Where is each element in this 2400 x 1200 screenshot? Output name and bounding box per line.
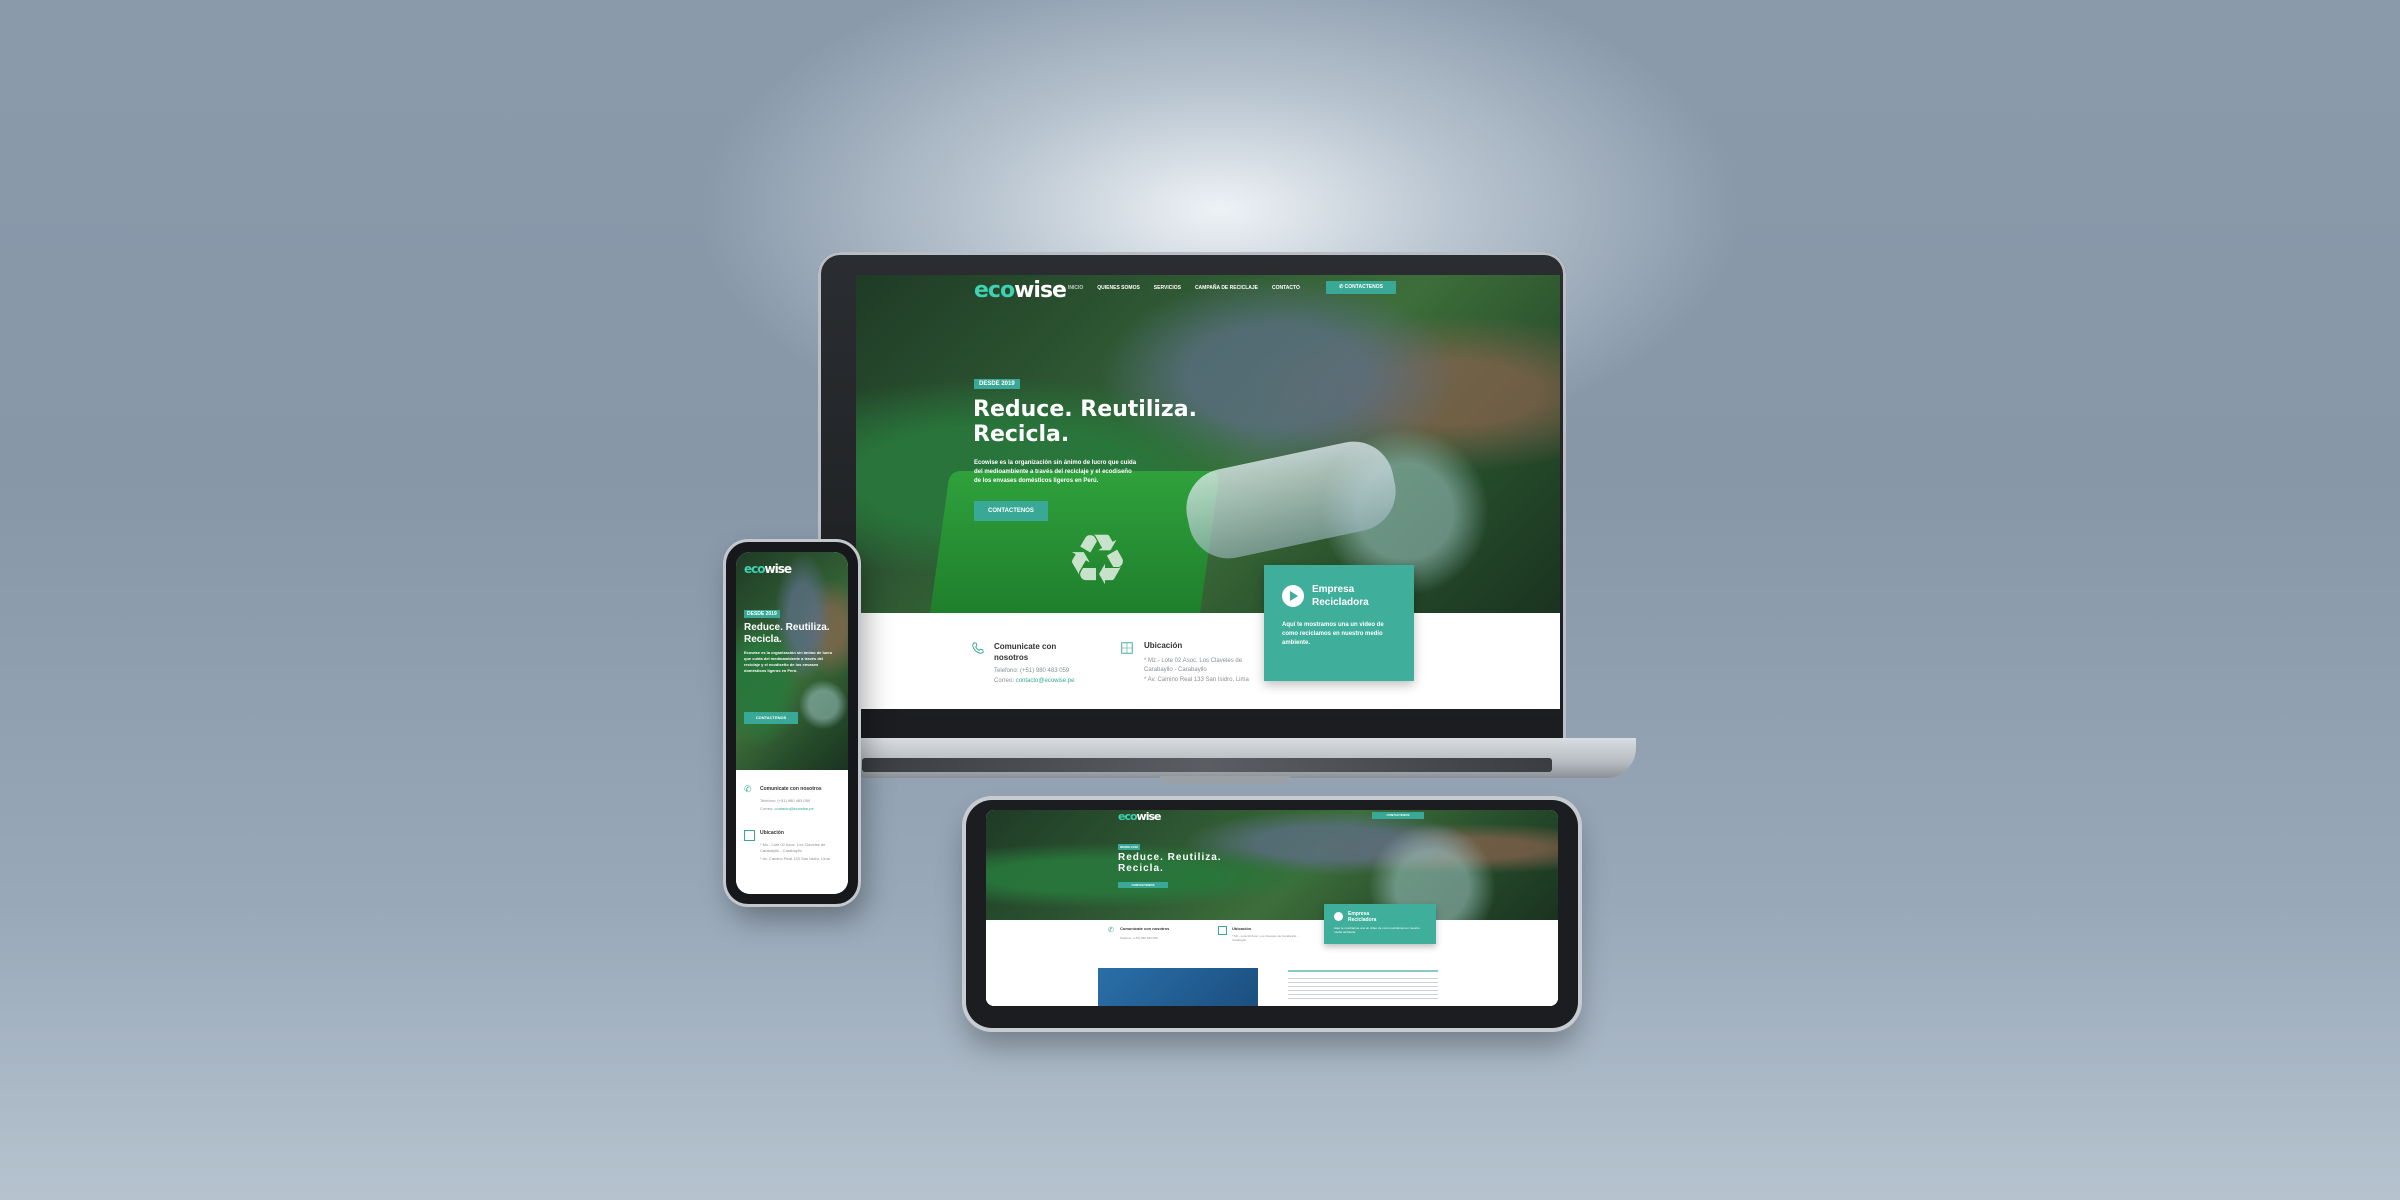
phone-phone-icon: ✆	[744, 784, 752, 794]
contact-email-link[interactable]: contacto@ecowise.pe	[1016, 678, 1075, 684]
phone-logo[interactable]: ecowise	[744, 562, 792, 576]
contact-email-row: Correo: contacto@ecowise.pe	[994, 678, 1075, 684]
tablet-screen: ecowise CONTACTENOS DESDE 2019 Reduce. R…	[986, 810, 1558, 1006]
phone-icon	[972, 642, 984, 654]
nav-item-servicios[interactable]: SERVICIOS	[1154, 285, 1181, 291]
phone-hero-title: Reduce. Reutiliza. Recicla.	[744, 622, 830, 645]
phone-hero-description: Ecowise es la organización sin ánimo de …	[744, 650, 833, 673]
laptop-keyboard	[862, 758, 1552, 772]
tablet-map-icon	[1218, 926, 1227, 935]
tablet-hero-title: Reduce. Reutiliza. Recicla.	[1118, 852, 1222, 874]
phone-contact-title: Comunicate con nosotros	[760, 786, 822, 792]
phone-contact-phone: Telefono: (+51) 980 483 059	[760, 798, 811, 803]
tablet-location-line1: * Mz.- Lote 02 Asoc. Los Claveles de Car…	[1232, 934, 1299, 942]
tablet-video-card[interactable]: Empresa Recicladora Aquí te mostramos una…	[1324, 904, 1436, 944]
location-title: Ubicación	[1144, 641, 1183, 650]
tablet-header-button[interactable]: CONTACTENOS	[1372, 812, 1424, 819]
tablet-paragraph-lines	[1288, 978, 1438, 1000]
play-button[interactable]	[1282, 585, 1304, 607]
nav-item-campana[interactable]: CAMPAÑA DE RECICLAJE	[1195, 285, 1258, 291]
nav-item-contacto[interactable]: CONTACTO	[1272, 285, 1300, 291]
tablet-video-card-description: Aquí te mostramos una un video de como r…	[1334, 926, 1420, 934]
tablet-logo[interactable]: ecowise	[1118, 810, 1161, 823]
tablet-location-title: Ubicación	[1232, 926, 1252, 931]
phone-info: ✆ Comunicate con nosotros Telefono: (+51…	[736, 770, 848, 894]
phone-contact-email: Correo: contacto@ecowise.pe	[760, 806, 814, 811]
tablet-contact-phone: Telefono: (+51) 980 483 059	[1120, 936, 1158, 940]
location-line2: * Av. Camino Real 133 San Isidro, Lima	[1144, 677, 1249, 683]
nav-item-inicio[interactable]: INICIO	[1068, 285, 1083, 291]
phone-location-line2: * Av. Camino Real 133 San Isidro, Lima	[760, 856, 830, 861]
info-strip: Comunicate con nosotros Telefono: (+51) …	[856, 613, 1560, 709]
tablet-video-card-title: Empresa Recicladora	[1348, 911, 1377, 923]
tablet-section-divider	[1288, 970, 1438, 972]
phone-hero: ecowise DESDE 2019 Reduce. Reutiliza. Rec…	[736, 552, 848, 770]
phone-location-title: Ubicación	[760, 830, 784, 836]
tablet-content-image	[1098, 968, 1258, 1006]
phone-screen: ecowise DESDE 2019 Reduce. Reutiliza. Rec…	[736, 552, 848, 894]
header-contact-button[interactable]: ✆ CONTACTENOS	[1326, 281, 1396, 294]
tablet-hero-tag: DESDE 2019	[1118, 844, 1140, 850]
plastic-bottle-image	[1178, 434, 1404, 566]
phone-location-line1: * Mz.- Lote 02 Asoc. Los Claveles de Car…	[760, 842, 826, 853]
hero-tag: DESDE 2019	[974, 379, 1020, 389]
hero-section: ♻ ecowise INICIO QUIENES SOMOS SERVICIOS…	[856, 275, 1560, 613]
site-logo[interactable]: ecowise	[974, 278, 1067, 303]
laptop-notch	[1160, 776, 1290, 784]
laptop-screen: ♻ ecowise INICIO QUIENES SOMOS SERVICIOS…	[856, 275, 1560, 709]
hero-title-line2: Recicla.	[973, 422, 1070, 447]
tablet-content: ✆ Comunicate con nosotros Telefono: (+51…	[986, 920, 1558, 1006]
play-icon	[1290, 591, 1298, 601]
recycle-icon: ♻	[1066, 521, 1129, 599]
hero-title: Reduce. Reutiliza. Recicla.	[973, 397, 1197, 447]
video-card-description: Aquí te mostramos una un video de como r…	[1282, 622, 1384, 646]
tablet-contact-title: Comunicate con nosotros	[1120, 926, 1170, 931]
tablet-hero: ecowise CONTACTENOS DESDE 2019 Reduce. R…	[986, 810, 1558, 920]
phone-hero-tag: DESDE 2019	[744, 610, 780, 618]
main-nav: INICIO QUIENES SOMOS SERVICIOS CAMPAÑA D…	[1068, 285, 1300, 291]
map-icon	[1121, 642, 1133, 654]
location-line1: * Mz.- Lote 02 Asoc. Los Claveles de Car…	[1144, 658, 1243, 673]
nav-item-quienes-somos[interactable]: QUIENES SOMOS	[1097, 285, 1140, 291]
contact-title: Comunicate con nosotros	[994, 642, 1057, 662]
hero-description: Ecowise es la organización sin ánimo de …	[974, 460, 1137, 484]
phone-map-icon	[744, 830, 755, 841]
tablet-play-icon[interactable]	[1334, 912, 1343, 921]
tablet-hero-button[interactable]: CONTACTENOS	[1118, 882, 1168, 888]
contact-phone: Telefono: (+51) 980 483 059	[994, 668, 1070, 674]
hero-title-line1: Reduce. Reutiliza.	[973, 397, 1197, 422]
tablet-phone-icon: ✆	[1108, 927, 1114, 934]
phone-hero-button[interactable]: CONTACTENOS	[744, 712, 798, 724]
video-card-title: Empresa Recicladora	[1312, 584, 1369, 608]
video-card[interactable]: Empresa Recicladora Aquí te mostramos una…	[1264, 565, 1414, 681]
hero-contact-button[interactable]: CONTACTENOS	[974, 501, 1048, 521]
